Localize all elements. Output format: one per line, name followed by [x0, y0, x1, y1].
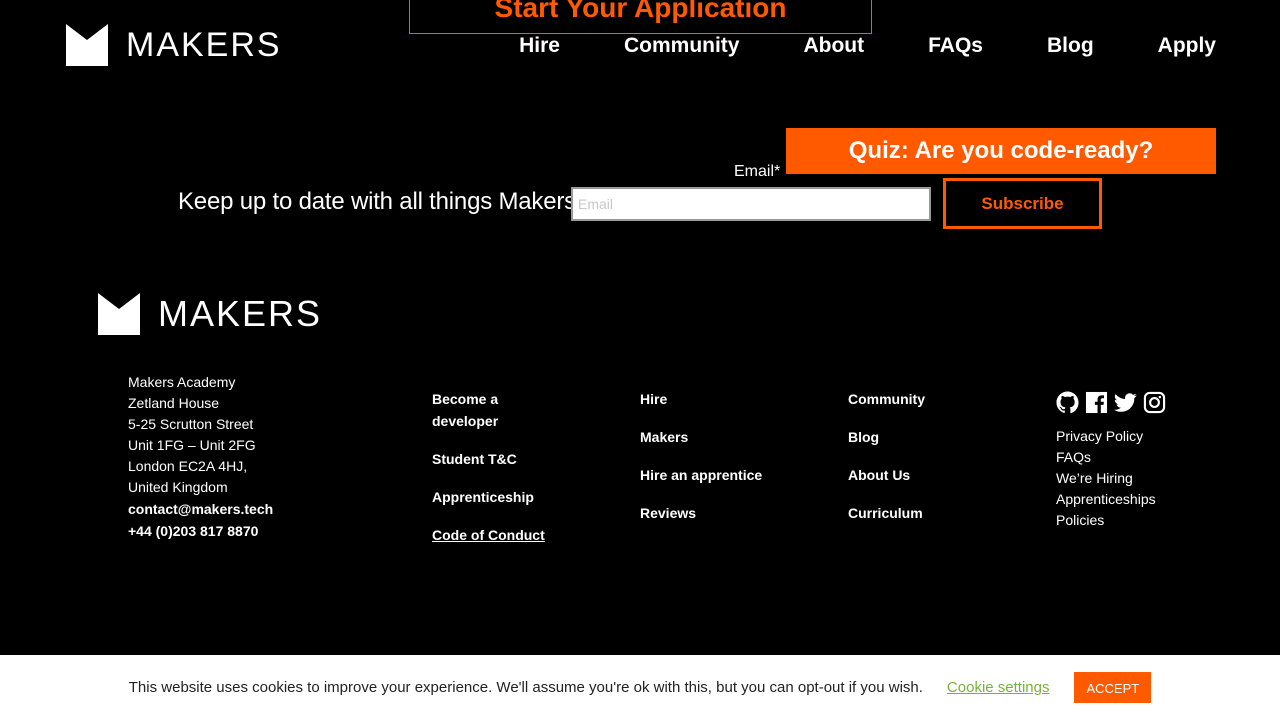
footer-column-1: Become a developer Student T&C Apprentic… [432, 388, 562, 562]
footer-column-3: Community Blog About Us Curriculum [848, 388, 998, 540]
footer-link-hire-apprentice[interactable]: Hire an apprentice [640, 464, 810, 486]
footer-link-student-tc[interactable]: Student T&C [432, 448, 562, 470]
cookie-message: This website uses cookies to improve you… [128, 679, 923, 696]
legal-link-privacy-policy[interactable]: Privacy Policy [1056, 426, 1156, 447]
github-icon[interactable] [1056, 391, 1079, 414]
footer-link-code-of-conduct[interactable]: Code of Conduct [432, 524, 562, 546]
address-line: Makers Academy [128, 374, 236, 390]
footer-legal-links: Privacy Policy FAQs We’re Hiring Apprent… [1056, 426, 1156, 531]
contact-email[interactable]: contact@makers.tech [128, 498, 273, 520]
address-line: Zetland House [128, 395, 220, 411]
address-line: London EC2A 4HJ, [128, 458, 248, 474]
nav-blog[interactable]: Blog [1047, 32, 1094, 60]
footer-link-apprenticeship[interactable]: Apprenticeship [432, 486, 562, 508]
address-line: United Kingdom [128, 479, 228, 495]
brand-wordmark: MAKERS [126, 25, 282, 64]
email-label: Email* [734, 163, 781, 180]
social-icons [1056, 391, 1166, 414]
cookie-settings-link[interactable]: Cookie settings [947, 679, 1050, 696]
nav-faqs[interactable]: FAQs [928, 32, 983, 60]
legal-link-were-hiring[interactable]: We’re Hiring [1056, 468, 1156, 489]
nav-apply[interactable]: Apply [1158, 32, 1216, 60]
footer-column-2: Hire Makers Hire an apprentice Reviews [640, 388, 810, 540]
footer-link-reviews[interactable]: Reviews [640, 502, 810, 524]
footer-wordmark: MAKERS [158, 293, 323, 334]
contact-phone[interactable]: +44 (0)203 817 8870 [128, 520, 273, 542]
footer-address: Makers Academy Zetland House 5-25 Scrutt… [128, 372, 273, 542]
header-logo[interactable]: MAKERS [66, 24, 282, 66]
nav-community[interactable]: Community [624, 32, 740, 60]
twitter-icon[interactable] [1114, 391, 1137, 414]
email-field[interactable] [571, 187, 931, 221]
footer-link-blog[interactable]: Blog [848, 426, 998, 448]
footer-link-community[interactable]: Community [848, 388, 998, 410]
start-application-button[interactable]: Start Your Application [409, 0, 872, 34]
facebook-icon[interactable] [1085, 391, 1108, 414]
legal-link-apprenticeships[interactable]: Apprenticeships [1056, 489, 1156, 510]
makers-crown-icon [98, 293, 140, 335]
address-line: Unit 1FG – Unit 2FG [128, 437, 256, 453]
makers-crown-icon [66, 24, 108, 66]
footer-link-hire[interactable]: Hire [640, 388, 810, 410]
footer-link-makers[interactable]: Makers [640, 426, 810, 448]
footer-link-about-us[interactable]: About Us [848, 464, 998, 486]
quiz-banner[interactable]: Quiz: Are you code-ready? [786, 128, 1216, 174]
top-nav: Hire Community About FAQs Blog Apply [519, 32, 1216, 60]
newsletter-text: Keep up to date with all things Makers [178, 188, 576, 215]
footer-link-curriculum[interactable]: Curriculum [848, 502, 998, 524]
cookie-banner: This website uses cookies to improve you… [0, 655, 1280, 720]
nav-hire[interactable]: Hire [519, 32, 560, 60]
cookie-accept-button[interactable]: ACCEPT [1074, 672, 1152, 703]
footer-link-become-developer[interactable]: Become a developer [432, 388, 562, 432]
nav-about[interactable]: About [803, 32, 864, 60]
instagram-icon[interactable] [1143, 391, 1166, 414]
address-line: 5-25 Scrutton Street [128, 416, 254, 432]
subscribe-button[interactable]: Subscribe [943, 178, 1102, 229]
legal-link-faqs[interactable]: FAQs [1056, 447, 1156, 468]
footer-logo[interactable]: MAKERS [98, 293, 322, 335]
legal-link-policies[interactable]: Policies [1056, 510, 1156, 531]
page: MAKERS Start Your Application Hire Commu… [0, 0, 1280, 720]
